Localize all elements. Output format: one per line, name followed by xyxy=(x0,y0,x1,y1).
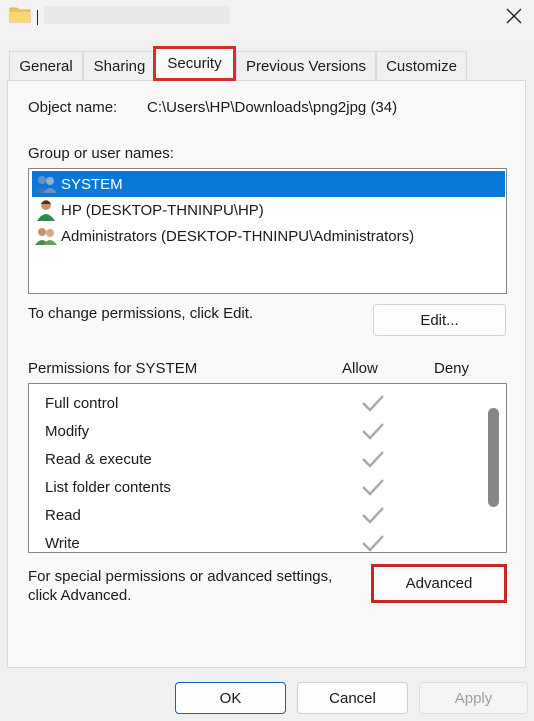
object-name-value: C:\Users\HP\Downloads\png2jpg (34) xyxy=(147,99,398,116)
close-button[interactable] xyxy=(494,0,534,32)
apply-button[interactable]: Apply xyxy=(419,682,528,714)
check-icon xyxy=(362,451,384,468)
tab-security[interactable]: Security xyxy=(153,46,236,81)
user-name: Administrators (DESKTOP-THNINPU\Administ… xyxy=(61,227,415,245)
permission-name: Write xyxy=(45,534,80,552)
tab-previous-versions[interactable]: Previous Versions xyxy=(236,51,376,80)
edit-button[interactable]: Edit... xyxy=(373,304,506,336)
permission-row: Modify xyxy=(45,417,485,445)
ok-button[interactable]: OK xyxy=(175,682,286,714)
permission-row: List folder contents xyxy=(45,473,485,501)
check-icon xyxy=(362,423,384,440)
group-names-label: Group or user names: xyxy=(28,145,174,162)
permission-row: Read & execute xyxy=(45,445,485,473)
permissions-scrollbar-thumb[interactable] xyxy=(488,408,499,507)
permission-name: Read xyxy=(45,506,81,524)
permissions-list: Full control Modify Read & execute List … xyxy=(28,383,507,553)
window-title xyxy=(44,6,230,24)
permissions-header: Permissions for SYSTEM xyxy=(28,360,198,377)
user-name: HP (DESKTOP-THNINPU\HP) xyxy=(61,201,264,219)
close-icon xyxy=(506,8,522,24)
group-user-icon xyxy=(34,173,58,195)
cancel-button[interactable]: Cancel xyxy=(297,682,408,714)
check-icon xyxy=(362,395,384,412)
change-permissions-text: To change permissions, click Edit. xyxy=(28,305,254,322)
check-icon xyxy=(362,507,384,524)
permission-name: List folder contents xyxy=(45,478,171,496)
admin-group-icon xyxy=(34,225,58,247)
permission-name: Full control xyxy=(45,394,119,412)
allow-column-header: Allow xyxy=(342,360,378,377)
advanced-hint-line2: click Advanced. xyxy=(28,587,132,604)
tab-general[interactable]: General xyxy=(9,51,83,80)
permission-name: Modify xyxy=(45,422,90,440)
advanced-button[interactable]: Advanced xyxy=(371,564,507,603)
list-item-hp[interactable]: HP (DESKTOP-THNINPU\HP) xyxy=(32,197,505,223)
permission-row: Full control xyxy=(45,389,485,417)
user-list[interactable]: SYSTEM HP (DESKTOP-THNINPU\HP) Administr… xyxy=(28,168,507,294)
folder-icon xyxy=(9,7,31,23)
user-name: SYSTEM xyxy=(61,175,123,193)
check-icon xyxy=(362,479,384,496)
text-cursor xyxy=(37,10,38,25)
permission-row: Read xyxy=(45,501,485,529)
list-item-system[interactable]: SYSTEM xyxy=(32,171,505,197)
deny-column-header: Deny xyxy=(434,360,470,377)
check-icon xyxy=(362,535,384,552)
permission-name: Read & execute xyxy=(45,450,152,468)
tab-customize[interactable]: Customize xyxy=(376,51,467,80)
user-icon xyxy=(34,199,58,221)
object-name-label: Object name: xyxy=(28,99,118,116)
permission-row: Write xyxy=(45,529,485,552)
tab-sharing[interactable]: Sharing xyxy=(83,51,156,80)
list-item-administrators[interactable]: Administrators (DESKTOP-THNINPU\Administ… xyxy=(32,223,505,249)
advanced-hint-line1: For special permissions or advanced sett… xyxy=(28,568,333,585)
